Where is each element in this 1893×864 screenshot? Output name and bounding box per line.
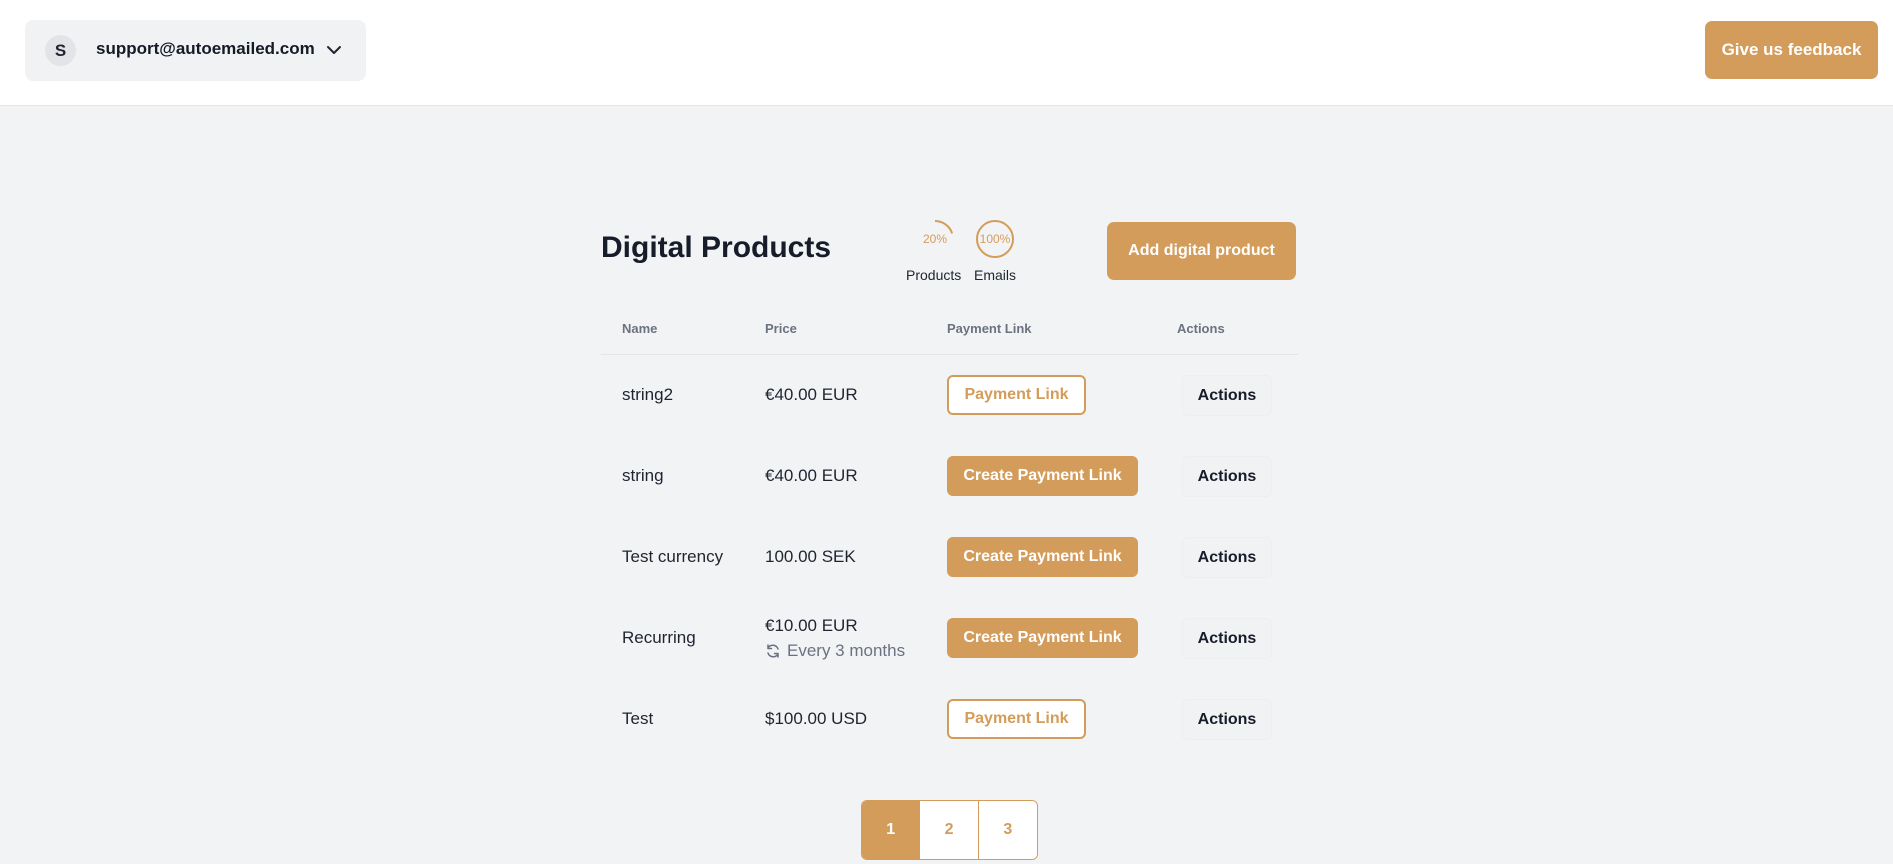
emails-usage-caption: Emails [974,267,1017,283]
actions-button[interactable]: Actions [1182,456,1272,497]
product-name: Recurring [622,628,696,647]
page-title: Digital Products [601,231,832,264]
top-bar: S support@autoemailed.com Give us feedba… [0,0,1893,106]
product-price: 100.00 SEK [765,547,856,566]
payment-link-button[interactable]: Payment Link [947,375,1086,415]
page-button-1[interactable]: 1 [862,801,921,859]
pagination: 1 2 3 [861,800,1038,860]
product-price: $100.00 USD [765,709,868,728]
column-header-name: Name [622,321,658,336]
add-digital-product-button[interactable]: Add digital product [1107,222,1296,280]
product-price: €40.00 EUR [765,385,858,404]
column-header-payment-link: Payment Link [947,321,1032,336]
emails-usage-value: 100% [979,232,1011,246]
table-row: Test $100.00 USD Payment Link Actions [601,679,1298,760]
chevron-down-icon[interactable] [325,41,343,59]
product-price: €10.00 EUR [765,616,858,635]
actions-button[interactable]: Actions [1182,618,1272,659]
table-row: Test currency 100.00 SEK Create Payment … [601,517,1298,598]
product-name: Test currency [622,547,724,566]
product-name: string [622,466,664,485]
payment-link-button[interactable]: Payment Link [947,699,1086,739]
table-row: string €40.00 EUR Create Payment Link Ac… [601,436,1298,517]
page-button-2[interactable]: 2 [920,801,979,859]
account-switcher[interactable]: S support@autoemailed.com [25,20,366,81]
page-button-3[interactable]: 3 [978,801,1037,859]
create-payment-link-button[interactable]: Create Payment Link [947,537,1138,577]
products-usage-value: 20% [922,232,948,246]
products-usage-caption: Products [906,267,962,283]
table-row: string2 €40.00 EUR Payment Link Actions [601,355,1298,436]
create-payment-link-button[interactable]: Create Payment Link [947,456,1138,496]
account-email: support@autoemailed.com [96,39,315,58]
actions-button[interactable]: Actions [1182,375,1272,416]
column-header-price: Price [765,321,797,336]
actions-button[interactable]: Actions [1182,537,1272,578]
product-name: Test [622,709,654,728]
recurrence-text: Every 3 months [787,641,906,660]
create-payment-link-button[interactable]: Create Payment Link [947,618,1138,658]
avatar: S [45,35,76,66]
feedback-button[interactable]: Give us feedback [1705,21,1878,79]
recurrence-info: Every 3 months [765,641,905,661]
actions-button[interactable]: Actions [1182,699,1272,740]
recurring-icon [767,644,779,658]
column-header-actions: Actions [1177,321,1225,336]
product-price: €40.00 EUR [765,466,858,485]
product-name: string2 [622,385,674,404]
table-row: Recurring €10.00 EUR Every 3 months Crea… [601,598,1298,679]
